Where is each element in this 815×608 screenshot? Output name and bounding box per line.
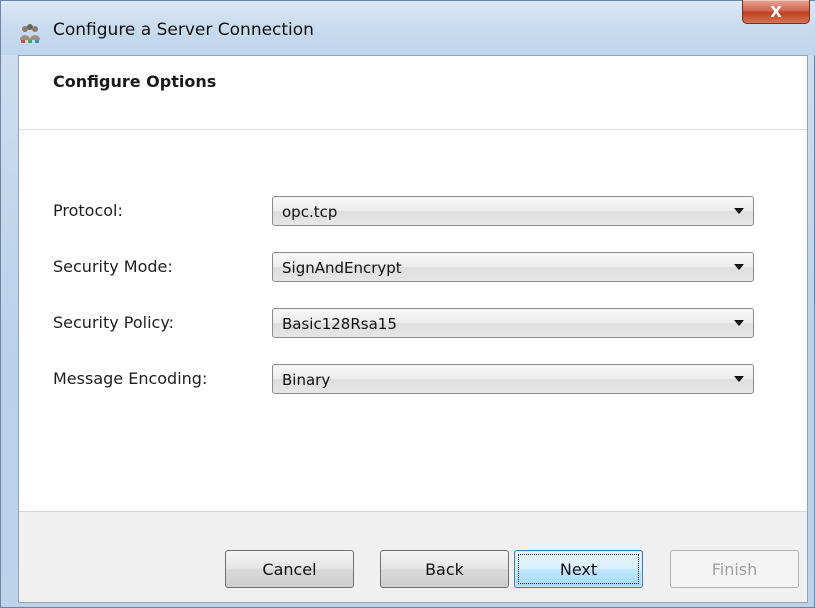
close-icon: X <box>770 2 782 21</box>
chevron-down-icon <box>734 320 744 326</box>
close-button[interactable]: X <box>742 0 810 24</box>
page-title: Configure Options <box>53 72 217 91</box>
security-policy-select[interactable]: Basic128Rsa15 <box>272 308 754 338</box>
security-policy-value: Basic128Rsa15 <box>282 315 397 333</box>
message-encoding-select[interactable]: Binary <box>272 364 754 394</box>
security-mode-value: SignAndEncrypt <box>282 259 402 277</box>
dialog-window: Configure a Server Connection X Configur… <box>0 0 815 608</box>
security-mode-label: Security Mode: <box>53 257 173 276</box>
security-policy-label: Security Policy: <box>53 313 175 332</box>
cancel-button[interactable]: Cancel <box>225 550 354 588</box>
button-bar: Cancel Back Next Finish <box>19 511 807 602</box>
security-mode-select[interactable]: SignAndEncrypt <box>272 252 754 282</box>
window-title: Configure a Server Connection <box>53 20 314 40</box>
protocol-label: Protocol: <box>53 201 123 220</box>
wizard-header: Configure Options <box>19 56 807 130</box>
next-button[interactable]: Next <box>514 550 643 588</box>
message-encoding-label: Message Encoding: <box>53 369 208 388</box>
back-button[interactable]: Back <box>380 550 509 588</box>
protocol-select[interactable]: opc.tcp <box>272 196 754 226</box>
users-network-icon <box>19 21 41 43</box>
protocol-value: opc.tcp <box>282 203 338 221</box>
chevron-down-icon <box>734 264 744 270</box>
dialog-content: Configure Options Protocol: opc.tcp Secu… <box>18 55 808 603</box>
chevron-down-icon <box>734 208 744 214</box>
message-encoding-value: Binary <box>282 371 331 389</box>
finish-button: Finish <box>670 550 799 588</box>
focus-ring <box>518 554 639 584</box>
title-bar[interactable]: Configure a Server Connection X <box>1 0 815 55</box>
chevron-down-icon <box>734 376 744 382</box>
